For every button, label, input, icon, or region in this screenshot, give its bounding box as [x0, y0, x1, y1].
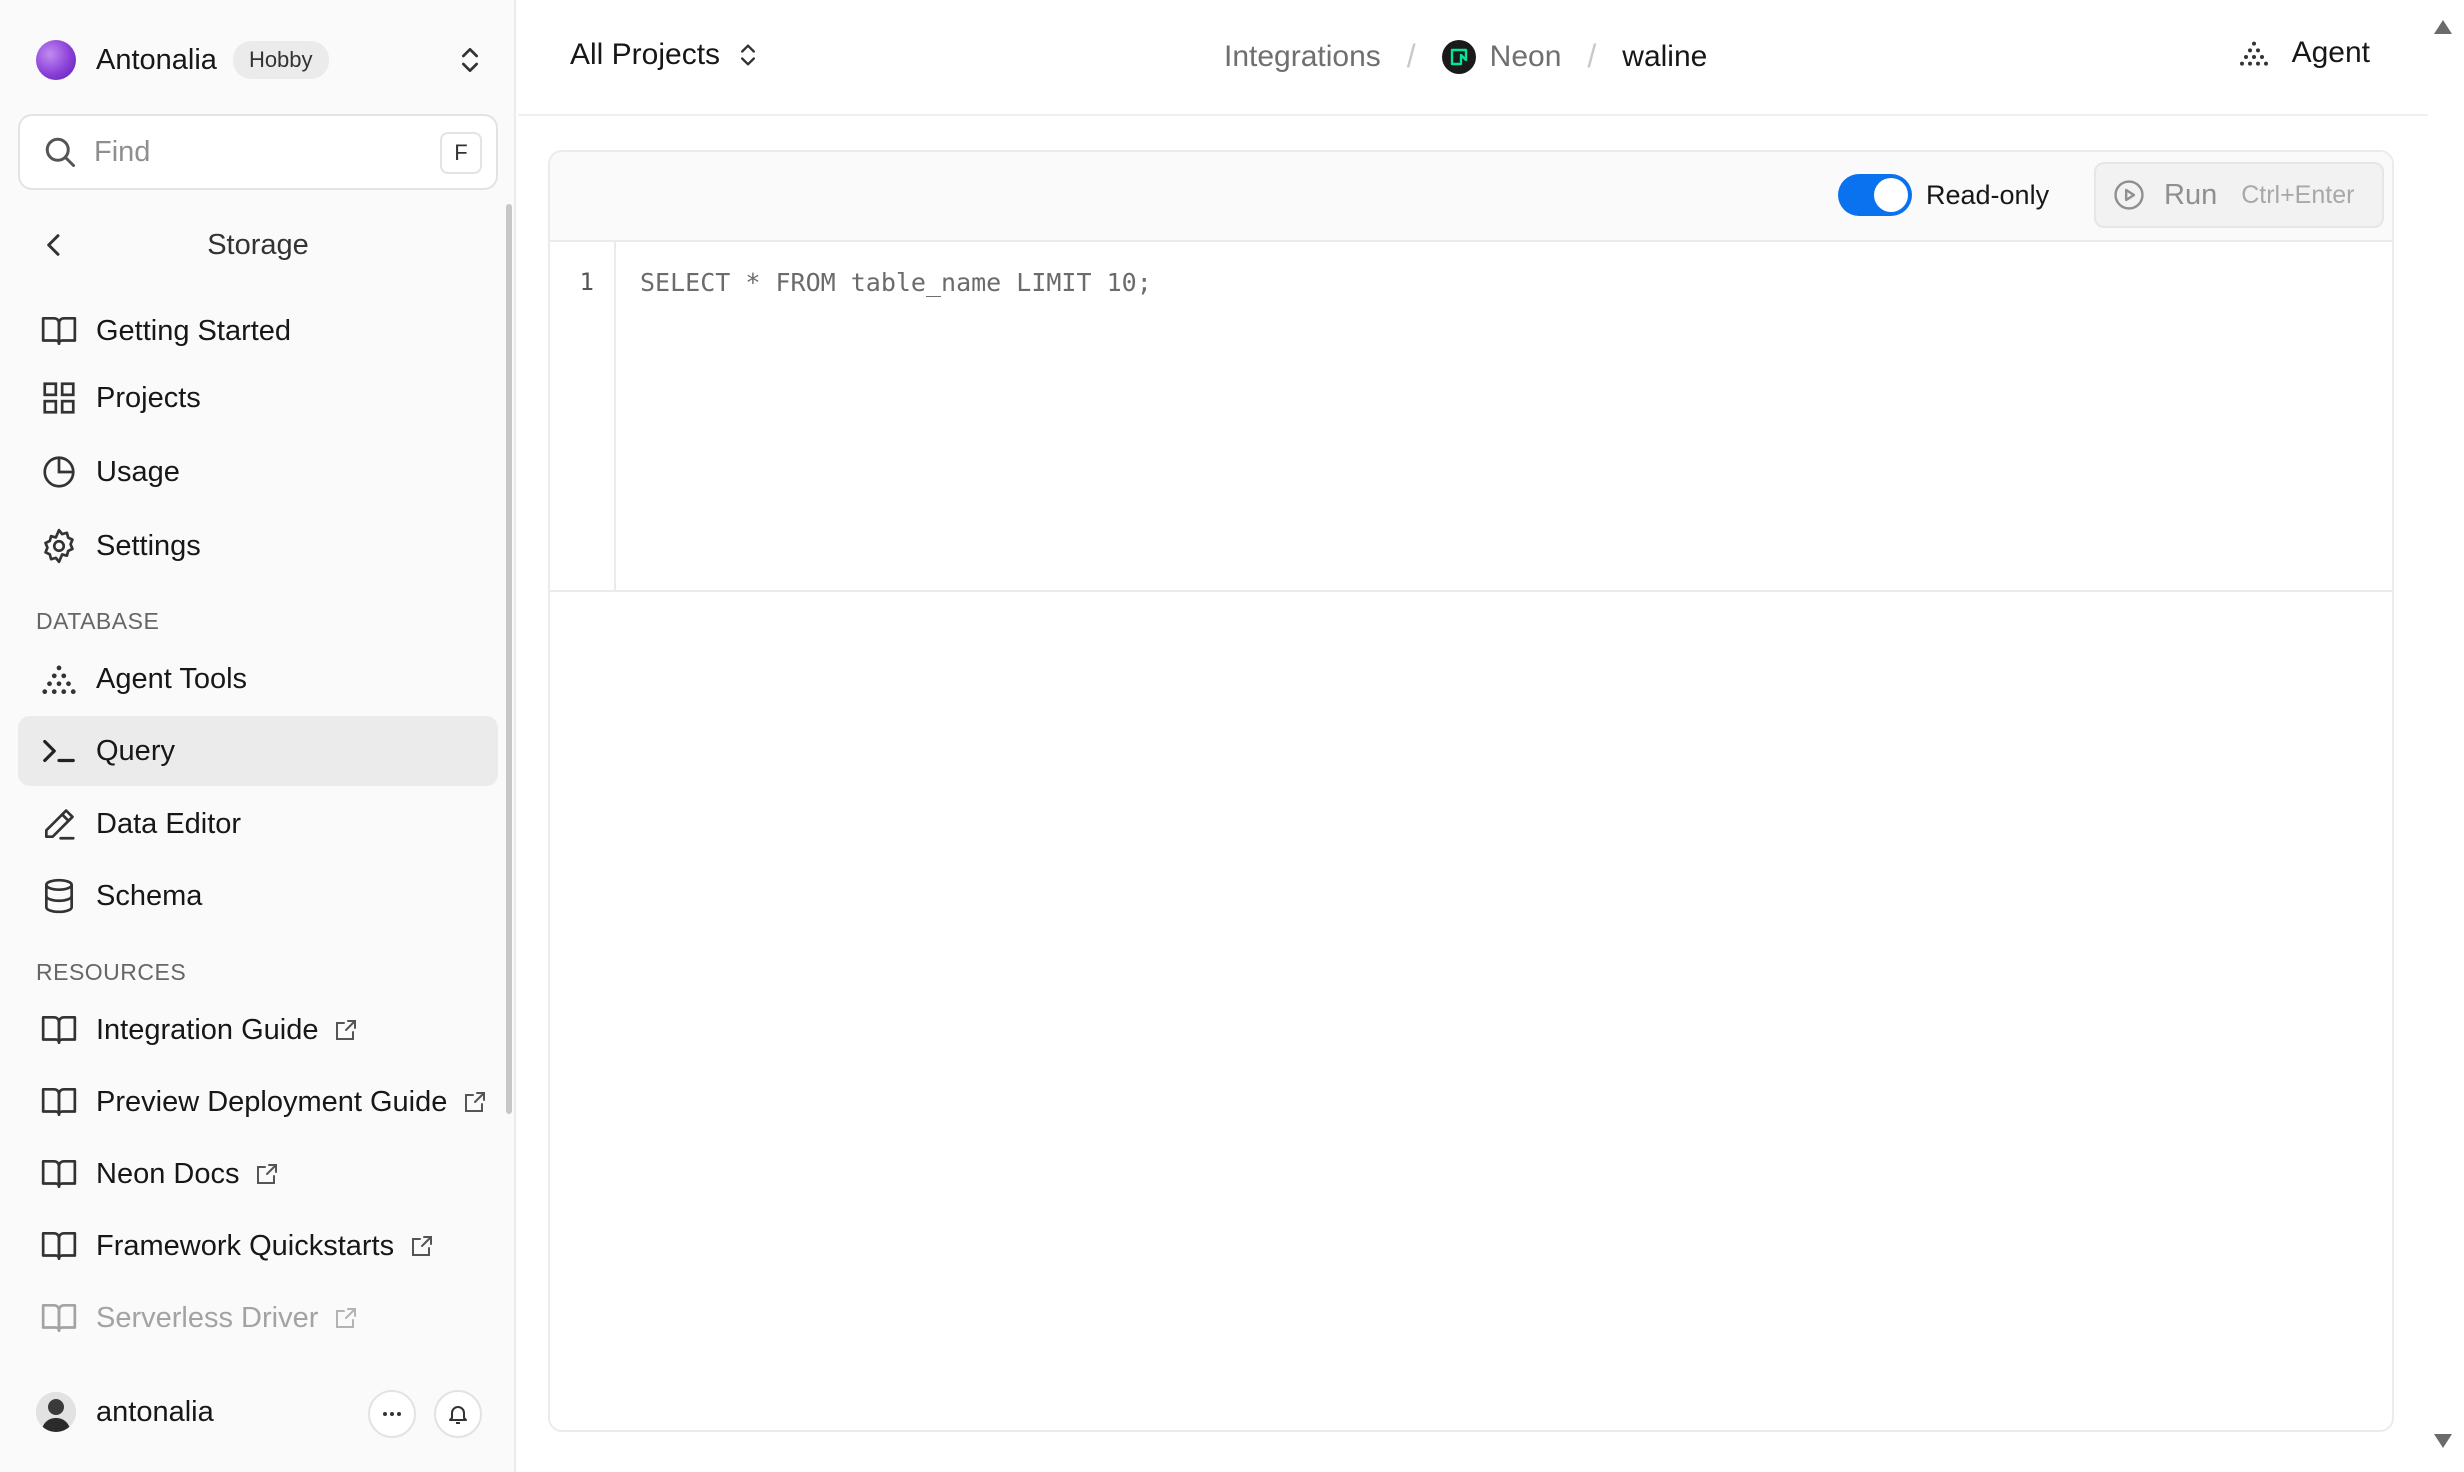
resources-section-label: RESOURCES [36, 959, 187, 985]
sidebar-item-projects[interactable]: Projects [18, 363, 498, 433]
sidebar-item-label: Integration Guide [96, 1013, 319, 1046]
book-icon [41, 1303, 77, 1333]
readonly-toggle[interactable] [1838, 174, 1912, 216]
breadcrumb: Integrations / Neon / waline [1224, 38, 1707, 75]
grid-icon [43, 382, 75, 414]
sidebar-item-data-editor[interactable]: Data Editor [18, 789, 498, 859]
search-icon [45, 137, 75, 167]
user-menu[interactable]: antonalia [36, 1386, 486, 1438]
bell-icon [449, 1406, 467, 1424]
avatar [36, 1392, 76, 1432]
sidebar-item-query[interactable]: Query [18, 716, 498, 786]
sql-code[interactable]: SELECT * FROM table_name LIMIT 10; [640, 268, 1152, 297]
gear-icon [44, 528, 74, 564]
sidebar: Antonalia Hobby F Storage Getting Starte… [0, 0, 516, 1472]
toggle-knob [1874, 178, 1908, 212]
terminal-icon [43, 739, 75, 763]
readonly-label: Read-only [1926, 180, 2050, 210]
find-box[interactable]: F [18, 114, 498, 190]
agent-button[interactable]: Agent [2238, 36, 2370, 70]
sidebar-scrollbar[interactable] [506, 204, 512, 1114]
breadcrumb-neon[interactable]: Neon [1490, 40, 1562, 74]
find-shortcut-key: F [440, 132, 482, 174]
sidebar-item-serverless-driver[interactable]: Serverless Driver [18, 1283, 498, 1353]
user-name: antonalia [96, 1395, 214, 1428]
sidebar-item-framework-quickstarts[interactable]: Framework Quickstarts [18, 1211, 498, 1281]
external-link-icon [257, 1164, 278, 1184]
sidebar-item-label: Schema [96, 879, 203, 912]
sidebar-item-neon-docs[interactable]: Neon Docs [18, 1139, 498, 1209]
back-arrow-icon[interactable] [38, 229, 70, 261]
agent-icon [2239, 41, 2268, 66]
database-icon [44, 878, 74, 914]
team-switcher[interactable]: Antonalia Hobby [36, 38, 486, 82]
breadcrumb-separator: / [1406, 38, 1416, 74]
chevron-up-down-icon[interactable] [454, 44, 486, 76]
pencil-icon [44, 809, 75, 840]
breadcrumb-integrations[interactable]: Integrations [1224, 40, 1381, 74]
sidebar-item-label: Usage [96, 455, 180, 488]
book-icon [41, 1015, 77, 1045]
chevron-up-down-icon [741, 44, 756, 66]
project-selector[interactable]: All Projects [570, 38, 762, 72]
book-icon [41, 1231, 77, 1261]
pie-chart-icon [43, 456, 75, 488]
external-link-icon [336, 1020, 357, 1040]
sidebar-item-label: Query [96, 734, 175, 767]
sidebar-item-getting-started[interactable]: Getting Started [18, 296, 498, 366]
team-name: Antonalia [96, 43, 217, 76]
sidebar-item-integration-guide[interactable]: Integration Guide [18, 995, 498, 1065]
line-gutter: 1 [550, 242, 616, 590]
sidebar-item-label: Neon Docs [96, 1157, 240, 1190]
notifications-button[interactable] [434, 1390, 482, 1438]
query-panel: Read-only Run Ctrl+Enter 1 SELECT * FROM… [548, 150, 2394, 1432]
run-label: Run [2164, 178, 2218, 211]
database-section-label: DATABASE [36, 608, 160, 634]
run-button[interactable]: Run Ctrl+Enter [2094, 162, 2384, 228]
external-link-icon [465, 1092, 486, 1112]
sidebar-item-label: Projects [96, 381, 201, 414]
agent-label: Agent [2291, 36, 2370, 69]
sidebar-item-label: Settings [96, 529, 201, 562]
sidebar-item-label: Getting Started [96, 314, 292, 347]
sidebar-item-label: Serverless Driver [96, 1301, 319, 1334]
query-toolbar: Read-only Run Ctrl+Enter [550, 152, 2392, 242]
neon-logo-icon [1441, 39, 1476, 74]
sidebar-item-agent-tools[interactable]: Agent Tools [18, 644, 498, 714]
sidebar-item-settings[interactable]: Settings [18, 511, 498, 581]
plan-badge: Hobby [232, 41, 329, 79]
external-link-icon [412, 1236, 433, 1256]
breadcrumb-current: waline [1622, 39, 1708, 73]
scroll-up-arrow-icon[interactable] [2434, 20, 2452, 34]
top-bar: All Projects Integrations / Neon / walin… [518, 0, 2428, 116]
project-selector-label: All Projects [570, 38, 721, 71]
ellipsis-icon [383, 1412, 401, 1416]
sidebar-item-label: Preview Deployment Guide [96, 1085, 448, 1118]
run-shortcut: Ctrl+Enter [2241, 180, 2355, 209]
external-link-icon [336, 1308, 357, 1328]
sidebar-item-label: Agent Tools [96, 662, 248, 695]
sidebar-item-usage[interactable]: Usage [18, 437, 498, 507]
book-icon [41, 316, 77, 346]
agent-icon [42, 665, 76, 695]
play-icon [2114, 180, 2144, 210]
sidebar-item-schema[interactable]: Schema [18, 861, 498, 931]
storage-header: Storage [18, 215, 498, 275]
scroll-down-arrow-icon[interactable] [2434, 1434, 2452, 1448]
book-icon [41, 1087, 77, 1117]
sidebar-item-preview-deployment-guide[interactable]: Preview Deployment Guide [18, 1067, 498, 1137]
window-scrollbar[interactable] [2428, 0, 2464, 1472]
search-input[interactable] [94, 135, 394, 169]
sidebar-item-label: Data Editor [96, 807, 242, 840]
team-avatar [36, 40, 76, 80]
sidebar-item-label: Framework Quickstarts [96, 1229, 395, 1262]
more-options-button[interactable] [368, 1390, 416, 1438]
book-icon [41, 1159, 77, 1189]
breadcrumb-separator: / [1587, 38, 1597, 74]
sql-editor[interactable]: 1 SELECT * FROM table_name LIMIT 10; [550, 242, 2392, 592]
section-title: Storage [207, 228, 309, 261]
line-number: 1 [579, 268, 594, 296]
